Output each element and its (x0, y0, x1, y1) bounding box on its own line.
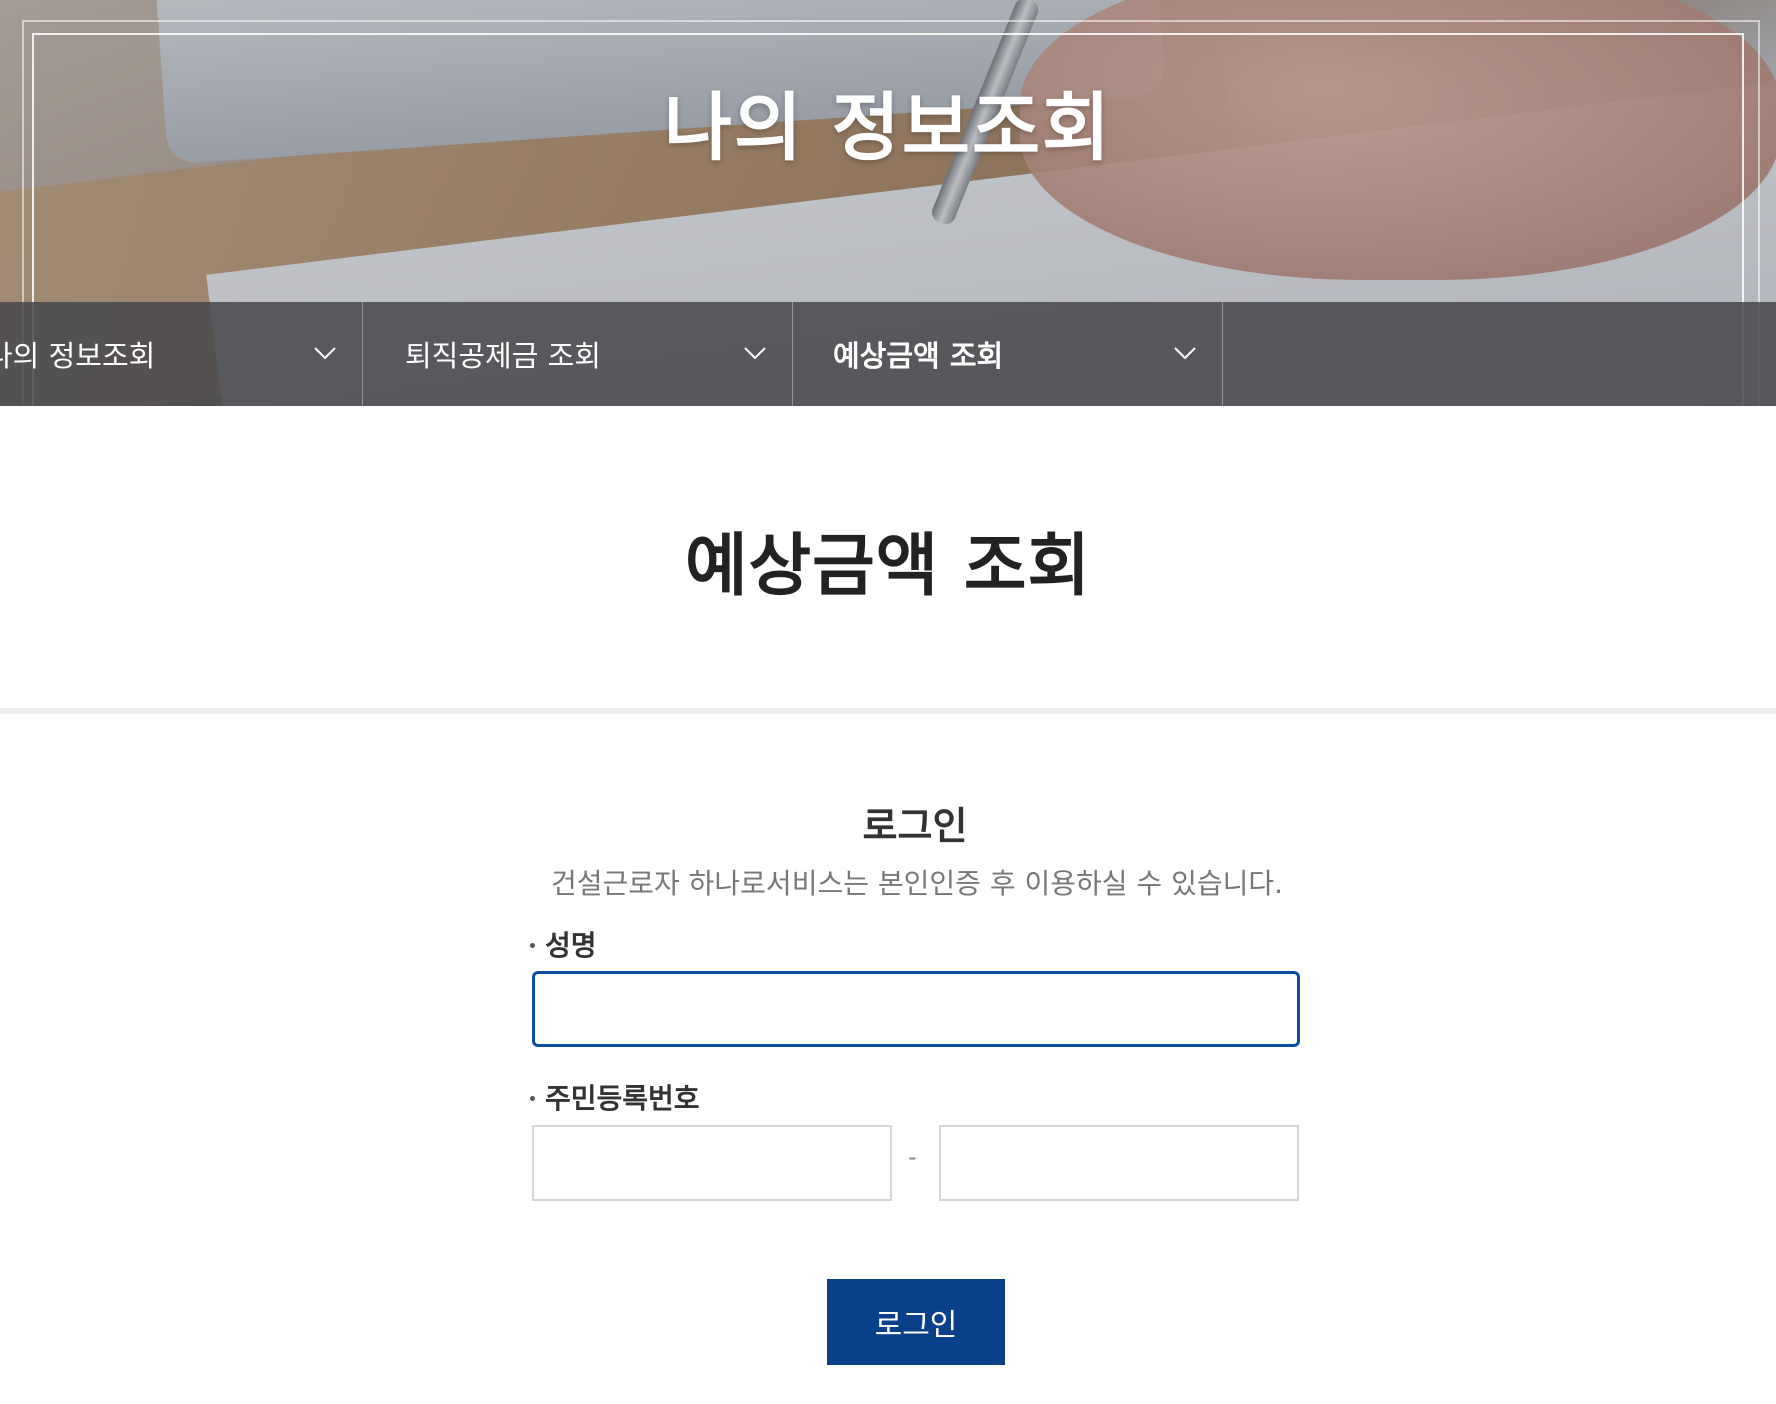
hero-banner: 나의 정보조회 나의 정보조회 퇴직공제금 조회 예상금액 조회 (0, 0, 1776, 406)
rrn-first-input[interactable] (532, 1125, 892, 1201)
chevron-down-icon (744, 347, 766, 360)
page-title: 예상금액 조회 (684, 527, 1092, 606)
rrn-label-text: 주민등록번호 (545, 1082, 700, 1115)
sub-navigation: 나의 정보조회 퇴직공제금 조회 예상금액 조회 (0, 302, 1776, 406)
bullet-icon (530, 1095, 535, 1101)
rrn-label: 주민등록번호 (530, 1077, 700, 1117)
tab-label: 나의 정보조회 (0, 339, 156, 373)
hero-title: 나의 정보조회 (663, 85, 1113, 171)
chevron-down-icon (1174, 347, 1196, 360)
login-description: 건설근로자 하나로서비스는 본인인증 후 이용하실 수 있습니다. (550, 867, 1284, 900)
tab-label: 퇴직공제금 조회 (405, 339, 601, 373)
rrn-second-input[interactable] (939, 1125, 1299, 1201)
login-button[interactable]: 로그인 (827, 1279, 1005, 1365)
tab-retirement-benefit[interactable]: 퇴직공제금 조회 (363, 302, 793, 406)
tab-label: 예상금액 조회 (833, 339, 1004, 373)
name-label-text: 성명 (545, 929, 597, 962)
chevron-down-icon (314, 347, 336, 360)
login-heading: 로그인 (862, 804, 968, 848)
rrn-separator: - (908, 1143, 917, 1171)
name-label: 성명 (530, 924, 597, 964)
tab-my-info[interactable]: 나의 정보조회 (0, 302, 363, 406)
tab-expected-amount[interactable]: 예상금액 조회 (793, 302, 1223, 406)
name-input[interactable] (532, 971, 1300, 1047)
bullet-icon (530, 942, 535, 948)
section-divider (0, 708, 1776, 714)
